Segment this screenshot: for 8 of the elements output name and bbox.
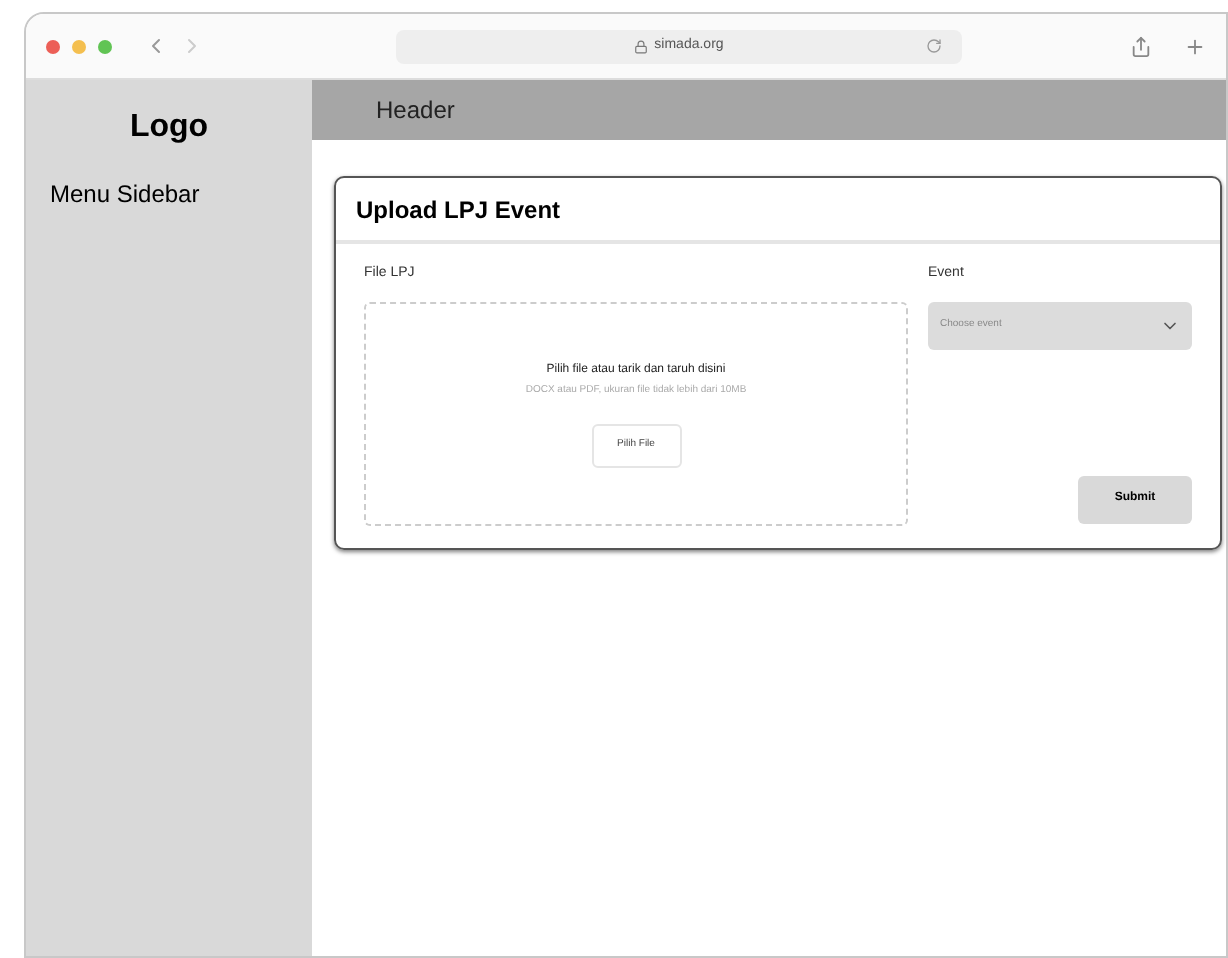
lock-icon (634, 39, 649, 53)
reload-icon[interactable] (926, 38, 942, 54)
share-icon[interactable] (1130, 35, 1152, 57)
header-text: Header (376, 94, 455, 128)
menu-sidebar-text[interactable]: Menu Sidebar (50, 176, 312, 212)
logo-text: Logo (127, 108, 211, 148)
card-title: Upload LPJ Event (356, 193, 561, 227)
new-tab-icon[interactable] (1184, 35, 1206, 57)
